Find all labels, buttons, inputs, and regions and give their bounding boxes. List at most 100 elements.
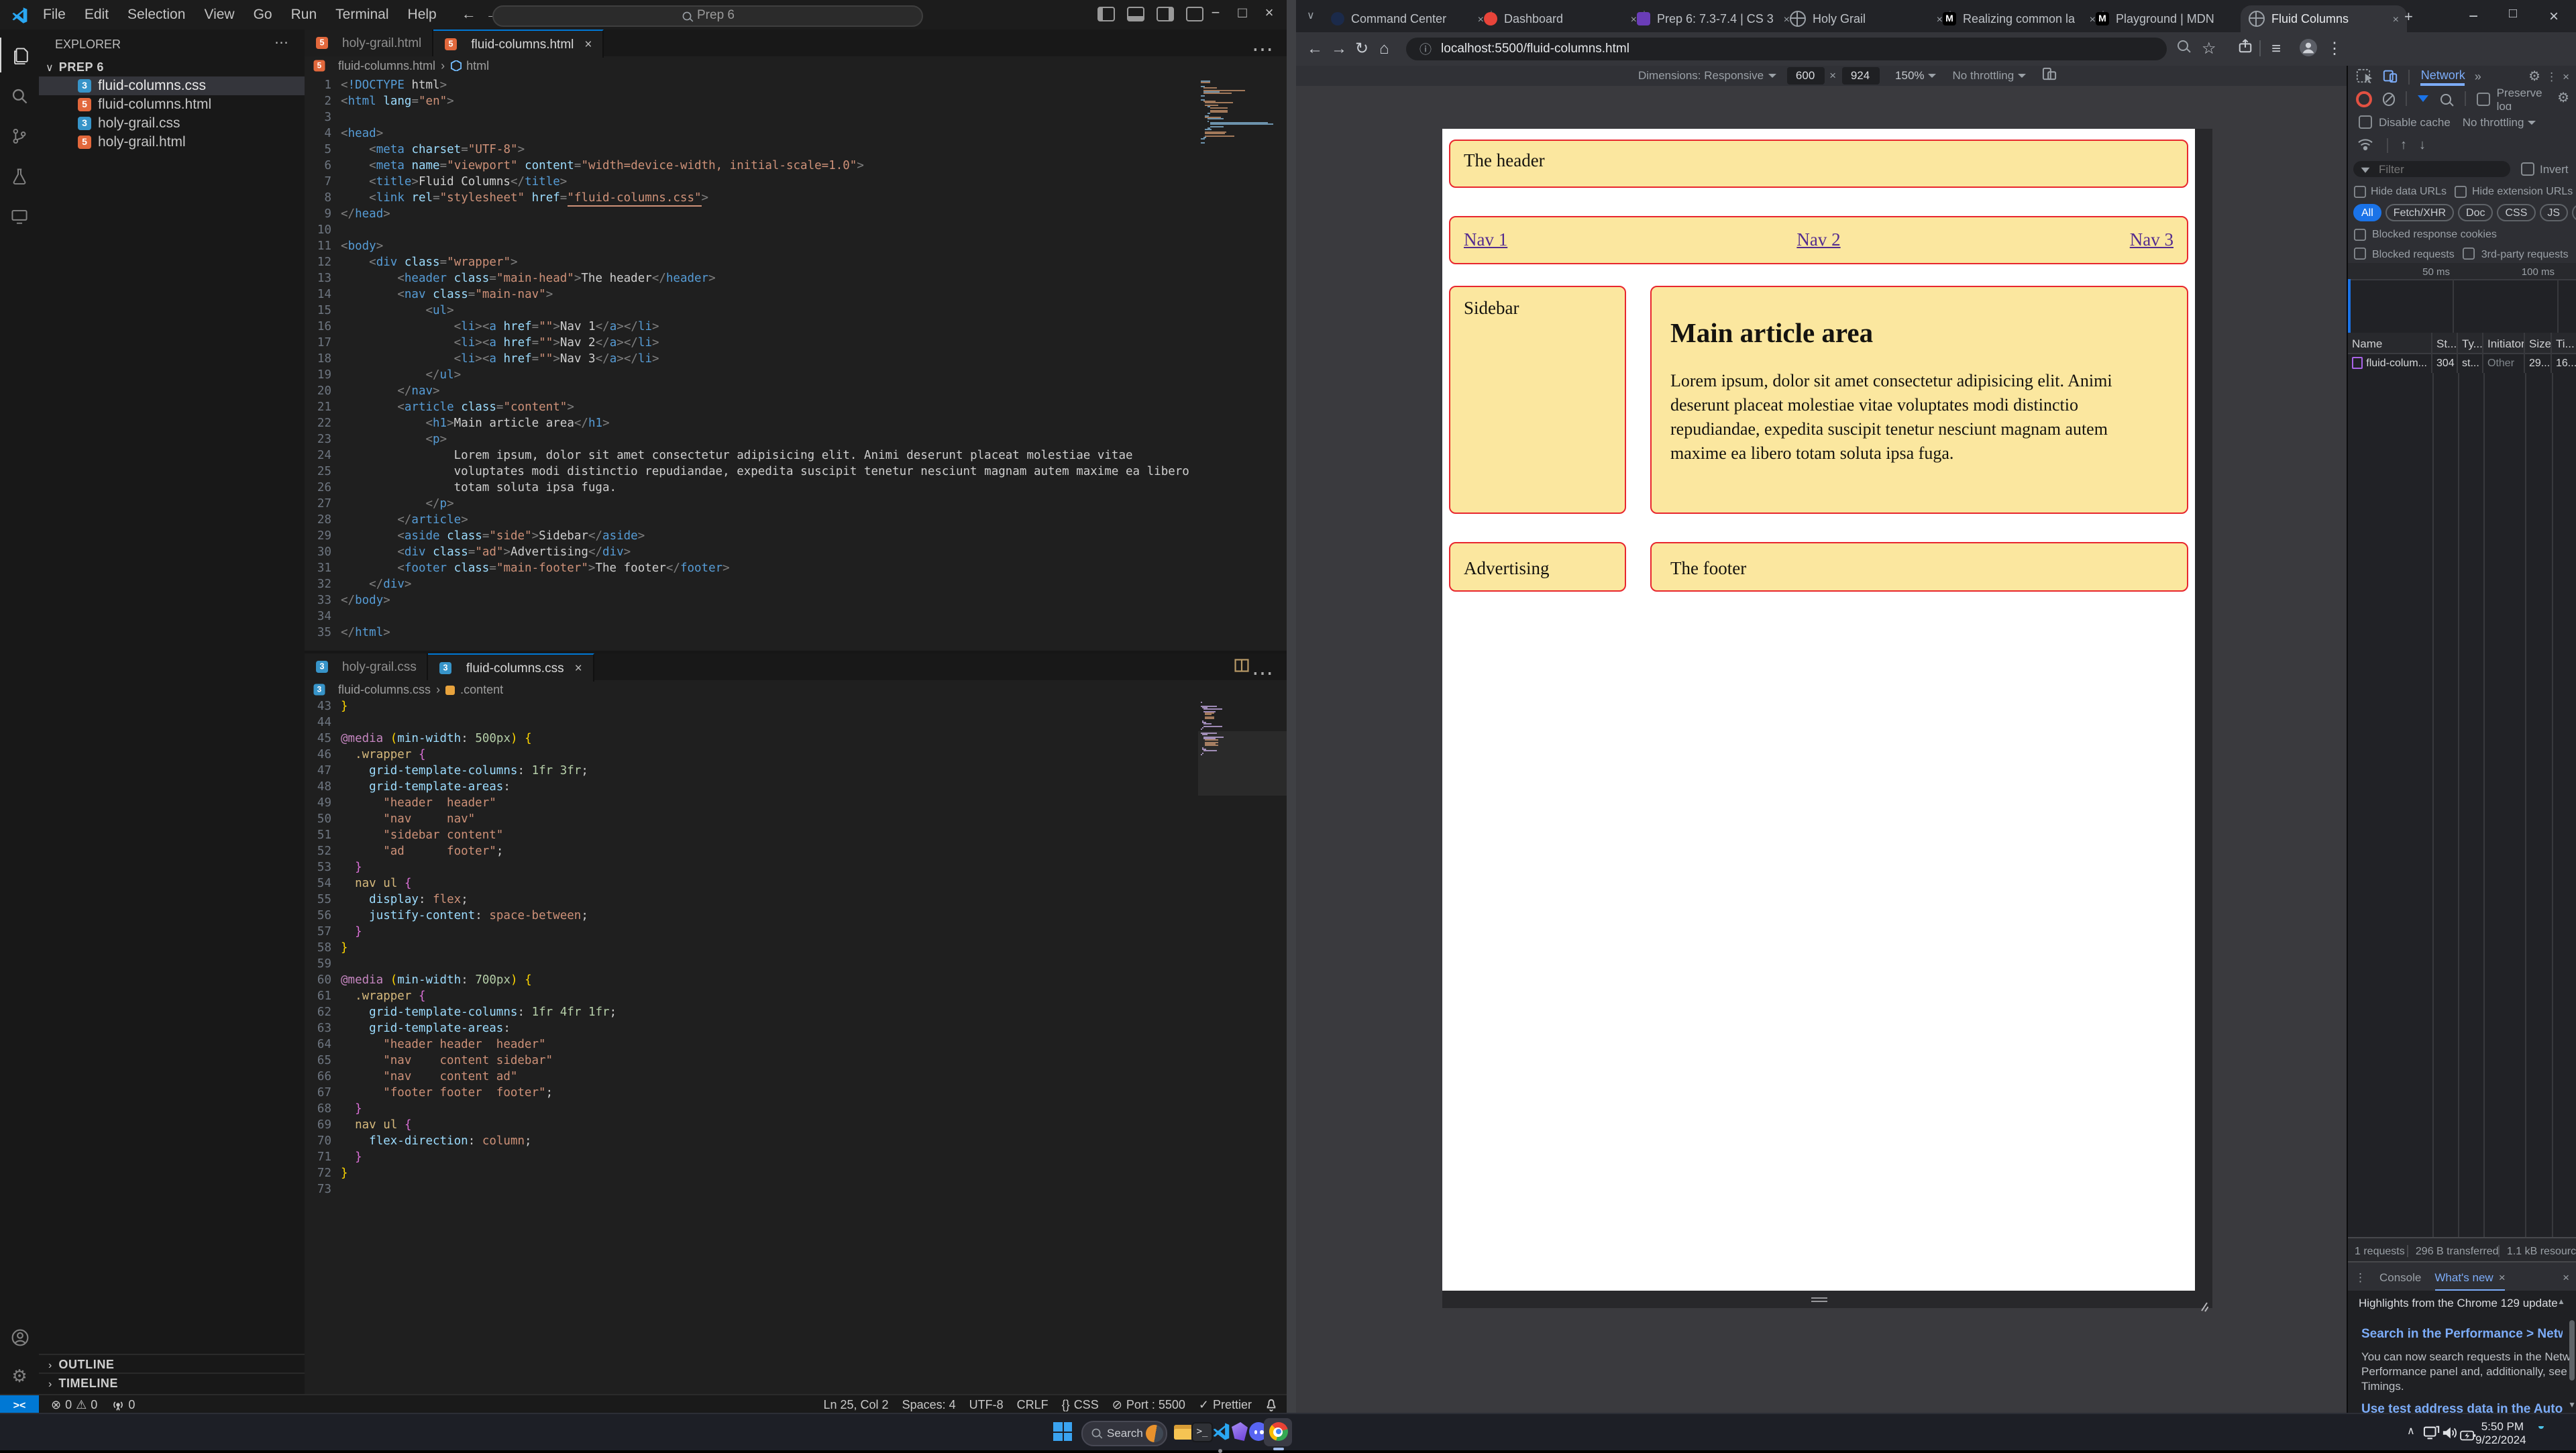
new-tab-icon[interactable]: +: [2404, 9, 2413, 25]
devtools-menu-icon[interactable]: ⋮: [2546, 69, 2557, 84]
close-tab-icon[interactable]: ×: [584, 37, 592, 52]
menu-view[interactable]: View: [195, 7, 244, 23]
browser-tab[interactable]: Dashboard×: [1476, 5, 1645, 32]
history-back-icon[interactable]: ←: [457, 7, 481, 23]
network-tray-icon[interactable]: [2423, 1423, 2440, 1448]
language-mode[interactable]: {}CSS: [1062, 1398, 1099, 1411]
page-nav-link[interactable]: Nav 3: [2130, 229, 2174, 251]
battery-tray-icon[interactable]: [2459, 1425, 2477, 1449]
back-icon[interactable]: ←: [1307, 39, 1323, 58]
editor-tab[interactable]: 3holy-grail.css: [305, 653, 429, 680]
browser-tab[interactable]: Fluid Columns×: [2241, 5, 2407, 32]
device-width-input[interactable]: [1786, 67, 1824, 85]
blocked-requests-checkbox[interactable]: [2354, 248, 2366, 260]
throttling-select[interactable]: No throttling: [1953, 69, 2027, 83]
drawer-close-icon[interactable]: ×: [2563, 1271, 2569, 1284]
page-nav-link[interactable]: Nav 2: [1796, 229, 1840, 251]
dimensions-select[interactable]: Dimensions: Responsive: [1638, 69, 1776, 83]
browser-tab[interactable]: Prep 6: 7.3-7.4 | CS 3×: [1629, 5, 1798, 32]
drawer-menu-icon[interactable]: ⋮: [2355, 1270, 2366, 1285]
whatsnew-link-2[interactable]: Use test address data in the Autofill: [2361, 1402, 2563, 1413]
column-header[interactable]: Name: [2348, 333, 2432, 353]
live-server-port[interactable]: ⊘Port : 5500: [1112, 1397, 1185, 1412]
zoom-select[interactable]: 150%: [1895, 69, 1937, 83]
browser-tab[interactable]: MPlayground | MDN×: [2088, 5, 2257, 32]
site-info-icon[interactable]: ⓘ: [1419, 40, 1432, 58]
devtools-settings-icon[interactable]: ⚙: [2528, 69, 2540, 84]
timeline-section[interactable]: › TIMELINE: [39, 1373, 305, 1393]
preserve-log-checkbox[interactable]: [2477, 92, 2490, 105]
drawer-tab-console[interactable]: Console: [2379, 1262, 2421, 1292]
menu-run[interactable]: Run: [282, 7, 327, 23]
network-request-row[interactable]: fluid-colum...304st...Other29...16...: [2348, 353, 2576, 373]
search-icon[interactable]: [2440, 93, 2451, 104]
maximize-button[interactable]: □: [1230, 5, 1254, 21]
resize-handle-horizontal[interactable]: [1811, 1297, 1827, 1298]
minimap-slider[interactable]: [1198, 731, 1287, 796]
editor-actions-icon[interactable]: ⋯: [1252, 660, 1273, 687]
address-bar[interactable]: ⓘ localhost:5500/fluid-columns.html: [1406, 38, 2167, 60]
device-toolbar-icon[interactable]: [2383, 68, 2398, 85]
browser-tab[interactable]: MRealizing common la×: [1935, 5, 2104, 32]
tab-network[interactable]: Network: [2421, 68, 2465, 85]
scroll-up-icon[interactable]: ▲: [2557, 1298, 2565, 1306]
file-item[interactable]: 5holy-grail.html: [39, 133, 305, 152]
settings-gear-icon[interactable]: ⚙: [0, 1359, 39, 1394]
indentation[interactable]: Spaces: 4: [902, 1398, 956, 1411]
column-header[interactable]: Ti...: [2552, 333, 2576, 353]
clock[interactable]: 5:50 PM 9/22/2024: [2475, 1419, 2524, 1446]
menu-edit[interactable]: Edit: [75, 7, 118, 23]
remote-indicator[interactable]: ><: [0, 1395, 39, 1414]
broadcast-status[interactable]: 0: [111, 1398, 135, 1411]
resize-grip-corner[interactable]: [2198, 1294, 2208, 1305]
scrollbar-thumb[interactable]: [2569, 1320, 2575, 1381]
start-button[interactable]: [1052, 1421, 1073, 1442]
bookmark-star-icon[interactable]: ☆: [2202, 39, 2216, 58]
testing-beaker-icon[interactable]: [0, 158, 39, 193]
taskbar-search[interactable]: Search: [1081, 1420, 1167, 1446]
column-header[interactable]: Ty...: [2458, 333, 2483, 353]
code-editor-css[interactable]: 43}4445@media (min-width: 500px) {46 .wr…: [305, 699, 1287, 1198]
filter-pill-js[interactable]: JS: [2539, 204, 2568, 221]
reload-icon[interactable]: ↻: [1355, 39, 1368, 58]
column-header[interactable]: Initiator: [2483, 333, 2525, 353]
command-center-search[interactable]: Prep 6: [492, 5, 923, 26]
toggle-secondary-sidebar-icon[interactable]: [1157, 7, 1174, 21]
explorer-icon[interactable]: [0, 38, 40, 72]
minimize-button[interactable]: −: [2469, 7, 2478, 25]
breadcrumb[interactable]: 5 fluid-columns.html › html: [313, 56, 489, 75]
menu-terminal[interactable]: Terminal: [326, 7, 398, 23]
minimize-button[interactable]: −: [1203, 5, 1228, 21]
remote-explorer-icon[interactable]: [0, 199, 39, 233]
browser-tab[interactable]: Command Center×: [1323, 5, 1492, 32]
search-view-icon[interactable]: [0, 78, 39, 113]
minimap-html[interactable]: [1201, 80, 1284, 142]
filter-pill-all[interactable]: All: [2353, 204, 2381, 221]
scroll-down-icon[interactable]: ▼: [2568, 1402, 2576, 1410]
share-icon[interactable]: [2238, 39, 2253, 58]
explorer-actions-icon[interactable]: ⋯: [274, 35, 288, 51]
tray-chevron-up-icon[interactable]: ∧: [2407, 1425, 2415, 1437]
import-har-icon[interactable]: ↑: [2400, 138, 2407, 153]
device-height-input[interactable]: [1841, 67, 1879, 85]
more-tabs-icon[interactable]: »: [2475, 70, 2481, 83]
clear-icon[interactable]: [2382, 92, 2395, 105]
filter-toggle-icon[interactable]: [2418, 95, 2428, 107]
third-party-checkbox[interactable]: [2463, 248, 2475, 260]
whatsnew-link-1[interactable]: Search in the Performance > Networ: [2361, 1327, 2563, 1342]
forward-icon[interactable]: →: [1331, 39, 1347, 58]
export-har-icon[interactable]: ↓: [2419, 138, 2426, 153]
maximize-button[interactable]: □: [2509, 7, 2517, 21]
reading-list-icon[interactable]: ≡: [2271, 39, 2281, 58]
home-icon[interactable]: ⌂: [1379, 39, 1389, 58]
browser-tab[interactable]: Holy Grail×: [1782, 5, 1951, 32]
chrome-taskbar-active[interactable]: [1264, 1417, 1292, 1446]
timeline-overview[interactable]: [2348, 279, 2576, 334]
disable-cache-checkbox[interactable]: [2359, 115, 2372, 129]
inspect-icon[interactable]: [2356, 68, 2374, 85]
cursor-position[interactable]: Ln 25, Col 2: [823, 1398, 888, 1411]
menu-selection[interactable]: Selection: [118, 7, 195, 23]
filter-pill-css[interactable]: CSS: [2498, 204, 2536, 221]
volume-tray-icon[interactable]: [2442, 1423, 2458, 1448]
invert-checkbox[interactable]: [2521, 162, 2534, 176]
